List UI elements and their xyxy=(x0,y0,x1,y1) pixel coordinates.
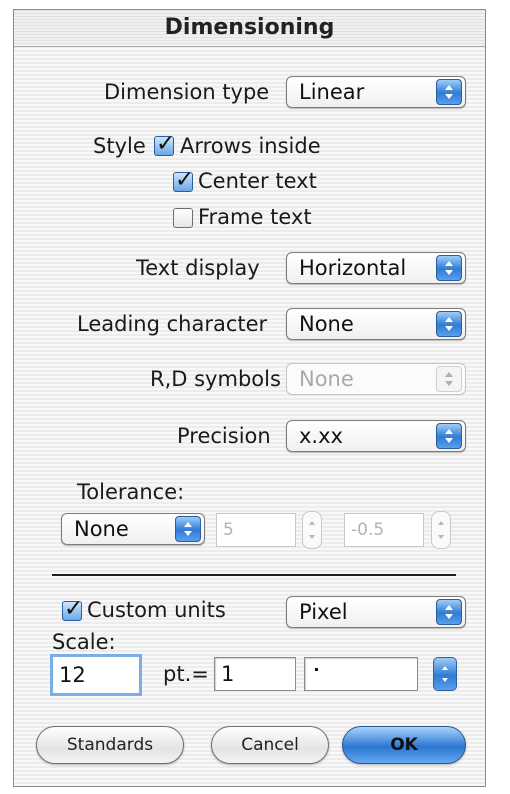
custom-units-checkbox[interactable]: ✓ xyxy=(62,596,83,622)
ok-button[interactable]: OK xyxy=(342,726,466,764)
precision-popup[interactable]: x.xx xyxy=(286,420,466,452)
rd-symbols-popup[interactable]: None xyxy=(286,363,466,395)
popup-arrows-icon xyxy=(175,516,201,542)
dimension-type-label: Dimension type xyxy=(104,80,270,104)
checkmark-icon: ✓ xyxy=(156,131,176,157)
text-display-label: Text display xyxy=(136,256,260,280)
frame-text-label: Frame text xyxy=(198,205,312,229)
tolerance-upper-value: 5 xyxy=(223,520,234,540)
tolerance-lower-field[interactable]: -0.5 xyxy=(344,513,424,547)
tolerance-value: None xyxy=(74,517,129,541)
arrows-inside-label: Arrows inside xyxy=(180,134,321,158)
popup-arrows-icon xyxy=(436,599,462,625)
unit-popup[interactable]: Pixel xyxy=(286,596,466,628)
popup-arrows-icon xyxy=(436,79,462,105)
cancel-button[interactable]: Cancel xyxy=(211,726,329,764)
leading-character-popup[interactable]: None xyxy=(286,308,466,340)
pt-value: 1 xyxy=(221,662,235,686)
popup-arrows-icon xyxy=(436,423,462,449)
checkmark-icon: ✓ xyxy=(64,596,84,622)
dimension-type-popup[interactable]: Linear xyxy=(286,76,466,108)
text-display-popup[interactable]: Horizontal xyxy=(286,252,466,284)
frame-text-checkbox[interactable] xyxy=(173,208,193,228)
popup-arrows-icon xyxy=(436,311,462,337)
leading-character-label: Leading character xyxy=(77,312,268,336)
tolerance-upper-stepper[interactable] xyxy=(302,511,322,549)
scale-value: 12 xyxy=(59,663,86,687)
separator xyxy=(52,574,456,576)
standards-button[interactable]: Standards xyxy=(36,726,184,764)
tolerance-label: Tolerance: xyxy=(77,480,185,504)
checkmark-icon: ✓ xyxy=(175,167,195,193)
scale-label: Scale: xyxy=(52,630,116,654)
unit-name-popup-arrows[interactable] xyxy=(433,657,457,691)
popup-arrows-icon xyxy=(436,255,462,281)
style-label: Style xyxy=(93,134,146,158)
dimension-type-value: Linear xyxy=(299,80,365,104)
unit-popup-value: Pixel xyxy=(299,600,348,624)
scale-value-field[interactable]: 12 xyxy=(50,654,142,696)
tolerance-upper-field[interactable]: 5 xyxy=(216,513,296,547)
unit-name-field[interactable] xyxy=(304,657,418,691)
dialog-title: Dimensioning xyxy=(14,10,485,47)
custom-units-label: Custom units xyxy=(87,598,226,622)
tolerance-popup[interactable]: None xyxy=(61,513,205,545)
precision-value: x.xx xyxy=(299,424,343,448)
leading-character-value: None xyxy=(299,312,354,336)
tolerance-lower-value: -0.5 xyxy=(351,520,385,540)
center-text-label: Center text xyxy=(198,169,317,193)
tolerance-lower-stepper[interactable] xyxy=(431,511,451,549)
popup-arrows-icon xyxy=(436,366,462,392)
arrows-inside-checkbox[interactable]: ✓ xyxy=(154,131,175,157)
precision-label: Precision xyxy=(177,424,271,448)
rd-symbols-value: None xyxy=(299,367,354,391)
rd-symbols-label: R,D symbols xyxy=(150,367,281,391)
dimensioning-dialog: Dimensioning Dimension type Linear Style… xyxy=(13,9,486,787)
pt-equals-label: pt.= xyxy=(163,662,209,686)
pt-value-field[interactable]: 1 xyxy=(214,657,296,691)
text-display-value: Horizontal xyxy=(299,256,407,280)
center-text-checkbox[interactable]: ✓ xyxy=(173,167,194,193)
text-cursor-icon xyxy=(315,668,318,671)
